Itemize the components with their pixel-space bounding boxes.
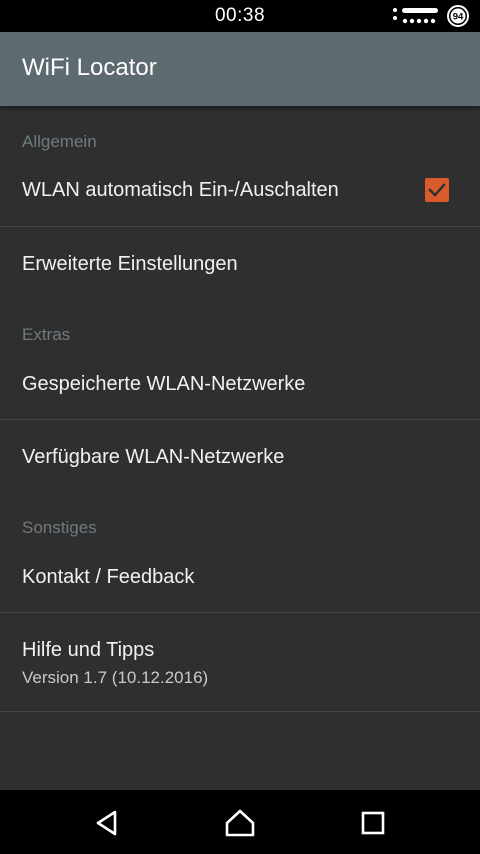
preferences-list: Allgemein WLAN automatisch Ein-/Auschalt… xyxy=(0,106,480,790)
pref-available-networks-label: Verfügbare WLAN-Netzwerke xyxy=(22,446,285,468)
checkmark-icon xyxy=(428,183,446,197)
home-icon[interactable] xyxy=(224,807,256,839)
status-bar: 00:38 94 xyxy=(0,0,480,32)
navigation-bar xyxy=(0,790,480,854)
pref-saved-networks-label: Gespeicherte WLAN-Netzwerke xyxy=(22,373,306,395)
app-bar: WiFi Locator xyxy=(0,32,480,106)
pref-contact-feedback-label: Kontakt / Feedback xyxy=(22,566,195,588)
pref-advanced-settings[interactable]: Erweiterte Einstellungen xyxy=(0,227,480,299)
app-version: Version 1.7 (10.12.2016) xyxy=(22,668,209,687)
pref-auto-wifi-label: WLAN automatisch Ein-/Auschalten xyxy=(22,179,339,201)
section-header-extras: Extras xyxy=(22,325,71,344)
battery-level: 94 xyxy=(453,12,464,23)
section-header-misc: Sonstiges xyxy=(22,518,97,537)
section-header-general: Allgemein xyxy=(22,132,97,151)
pref-auto-wifi[interactable]: WLAN automatisch Ein-/Auschalten xyxy=(0,154,480,226)
divider xyxy=(0,711,480,712)
pref-contact-feedback[interactable]: Kontakt / Feedback xyxy=(0,540,480,612)
app-title: WiFi Locator xyxy=(22,54,157,81)
back-triangle-icon[interactable] xyxy=(91,807,123,839)
pref-advanced-settings-label: Erweiterte Einstellungen xyxy=(22,253,238,275)
signal-dots-icon xyxy=(393,8,438,24)
pref-help-tips[interactable]: Hilfe und Tipps Version 1.7 (10.12.2016) xyxy=(0,613,480,711)
pref-available-networks[interactable]: Verfügbare WLAN-Netzwerke xyxy=(0,420,480,492)
pref-saved-networks[interactable]: Gespeicherte WLAN-Netzwerke xyxy=(0,347,480,419)
recents-square-icon[interactable] xyxy=(357,807,389,839)
auto-wifi-checkbox[interactable] xyxy=(425,178,449,202)
pref-help-tips-label: Hilfe und Tipps xyxy=(22,639,155,661)
battery-icon: 94 xyxy=(447,5,469,27)
